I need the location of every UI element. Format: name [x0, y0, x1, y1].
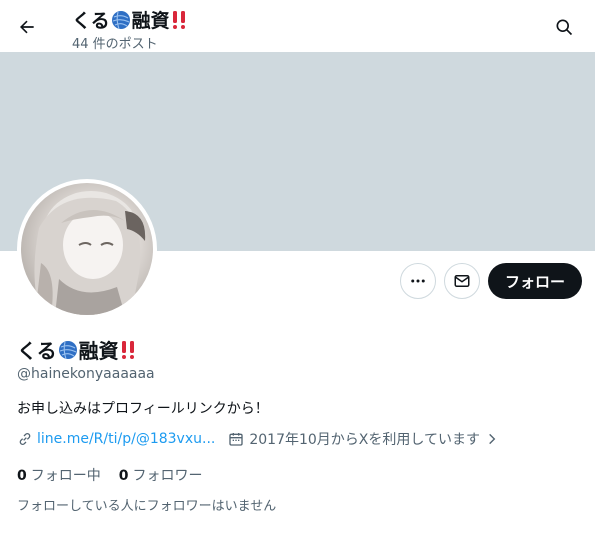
- message-button[interactable]: [444, 263, 480, 299]
- yarn-ball-icon: [58, 340, 77, 359]
- join-date: 2017年10月からXを利用しています: [249, 432, 480, 448]
- mail-icon: [454, 275, 470, 287]
- profile-link[interactable]: line.me/R/ti/p/@183vxu...: [37, 431, 215, 447]
- header-title-prefix: くる: [72, 10, 110, 32]
- profile-meta: line.me/R/ti/p/@183vxu... 2017年10月からXを利用…: [17, 429, 499, 449]
- yarn-ball-icon: [111, 10, 130, 29]
- more-icon: [411, 279, 425, 283]
- profile-header: くる 融資 44 件のポスト: [0, 0, 595, 52]
- avatar-illustration: [34, 191, 146, 315]
- display-name: くる 融資: [17, 335, 136, 364]
- search-button[interactable]: [547, 10, 581, 44]
- avatar-image: [21, 183, 153, 315]
- chevron-right-icon[interactable]: [485, 432, 499, 446]
- follow-button[interactable]: フォロー: [488, 263, 582, 299]
- following-stat[interactable]: 0 フォロー中: [17, 465, 101, 485]
- link-icon: [19, 433, 31, 445]
- user-handle: @hainekonyaaaaaa: [17, 366, 155, 382]
- more-button[interactable]: [400, 263, 436, 299]
- arrow-left-icon: [20, 20, 34, 34]
- double-exclamation-icon: [172, 10, 185, 29]
- header-title: くる 融資: [72, 6, 187, 33]
- double-exclamation-icon: [121, 340, 134, 359]
- display-name-suffix: 融資: [78, 339, 119, 363]
- display-name-prefix: くる: [17, 339, 57, 363]
- followers-stat[interactable]: 0 フォロワー: [119, 465, 203, 485]
- following-count: 0: [17, 468, 27, 484]
- avatar[interactable]: [17, 179, 157, 319]
- followers-count: 0: [118, 468, 129, 484]
- followed-by-note: フォローしている人にフォロワーはいません: [17, 499, 277, 514]
- header-title-suffix: 融資: [131, 10, 170, 32]
- following-label: フォロー中: [30, 468, 101, 484]
- post-count: 44 件のポスト: [72, 37, 158, 52]
- back-button[interactable]: [10, 10, 44, 44]
- follow-stats: 0 フォロー中 0 フォロワー: [17, 465, 203, 485]
- followers-label: フォロワー: [132, 468, 203, 484]
- calendar-icon: [228, 431, 244, 447]
- profile-bio: お申し込みはプロフィールリンクから！: [17, 401, 269, 417]
- search-icon: [556, 19, 573, 36]
